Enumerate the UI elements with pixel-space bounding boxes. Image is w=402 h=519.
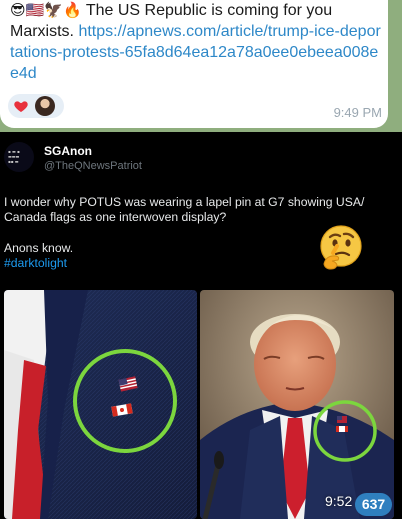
pin-closeup-photo[interactable] [4, 290, 197, 519]
message-text-block: 😎🇺🇸🦅🔥 The US Republic is coming for you … [10, 0, 382, 84]
avatar-logo: ▪ ▬ ▪ ▬▬▬ ▪▪ ▬ [8, 149, 20, 164]
reactor-avatar[interactable] [35, 96, 55, 116]
tweet-author-name[interactable]: SGAnon [44, 144, 92, 158]
tweet-hashtag[interactable]: #darktolight [4, 256, 67, 270]
emoji-prefix: 😎🇺🇸🦅🔥 [10, 1, 82, 19]
tweet-text-line1: I wonder why POTUS was wearing a lapel p… [4, 195, 365, 224]
forwarded-tweet-card[interactable]: ▪ ▬ ▪ ▬▬▬ ▪▪ ▬ SGAnon @TheQNewsPatriot I w… [0, 132, 402, 519]
reactions-pill[interactable] [8, 94, 64, 118]
heart-icon [14, 101, 28, 112]
message-time: 9:49 PM [333, 105, 382, 120]
trump-g7-photo[interactable] [200, 290, 394, 519]
tweet-author-avatar[interactable]: ▪ ▬ ▪ ▬▬▬ ▪▪ ▬ [4, 142, 34, 172]
thinking-face-icon [320, 225, 362, 270]
tweet-author-handle[interactable]: @TheQNewsPatriot [44, 160, 142, 172]
trump-g7-image [200, 290, 394, 519]
pin-closeup-image [4, 290, 197, 519]
post-time: 9:52 [325, 493, 353, 509]
unread-count-badge[interactable]: 637 [355, 493, 392, 516]
message-bubble: 😎🇺🇸🦅🔥 The US Republic is coming for you … [0, 0, 388, 128]
